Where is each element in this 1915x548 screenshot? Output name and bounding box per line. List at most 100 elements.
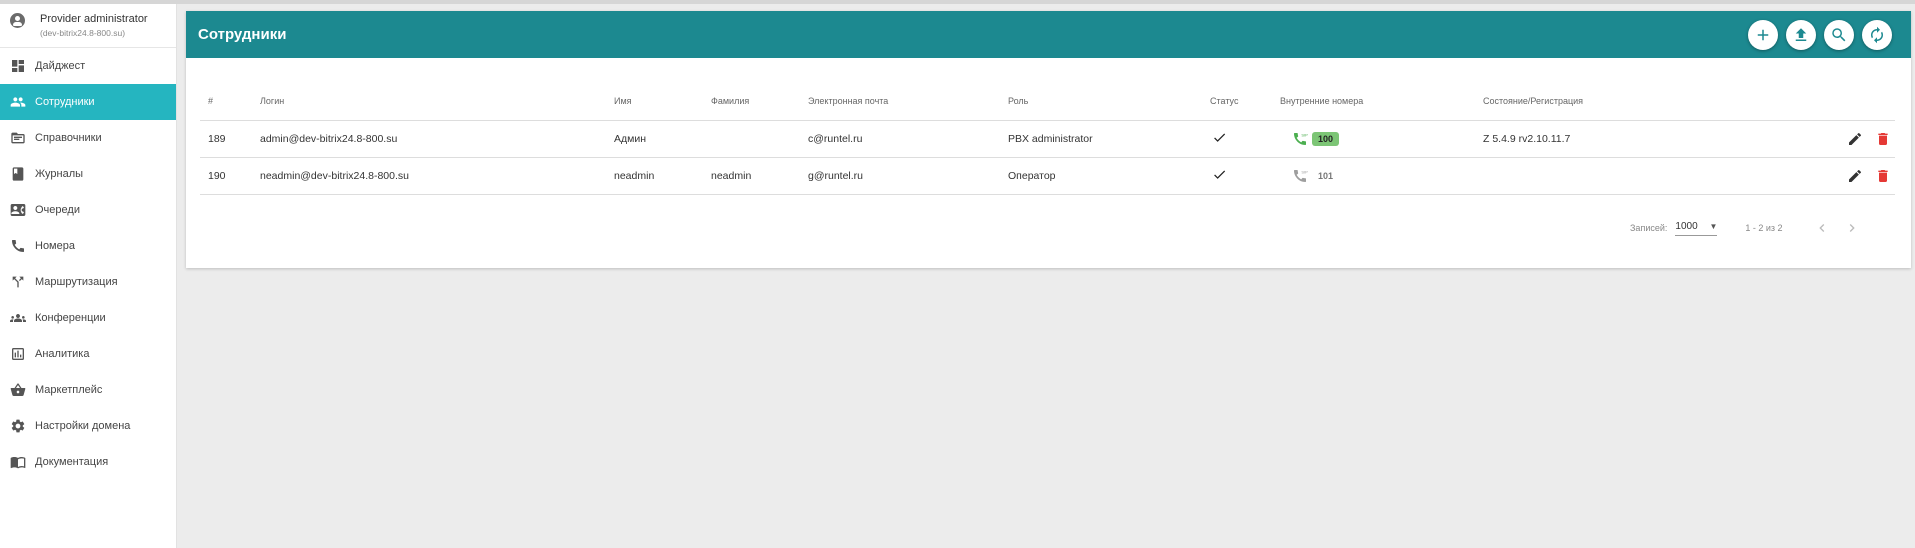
sidebar-item-label: Маркетплейс — [35, 384, 103, 396]
cell-extensions: SIP 101 — [1272, 157, 1475, 195]
people-icon — [10, 94, 26, 110]
sidebar-item-marketplace[interactable]: Маркетплейс — [0, 372, 176, 408]
rows-per-page-label: Записей: — [1630, 223, 1668, 233]
sidebar-item-label: Настройки домена — [35, 420, 131, 432]
sidebar-item-journals[interactable]: Журналы — [0, 156, 176, 192]
chevron-right-icon — [1849, 224, 1855, 232]
chevron-left-icon — [1818, 224, 1824, 232]
basket-icon — [10, 382, 26, 398]
column-header-status[interactable]: Статус — [1202, 83, 1272, 121]
cell-role: Оператор — [1000, 157, 1202, 195]
cell-role: PBX administrator — [1000, 120, 1202, 158]
table-row[interactable]: 189 admin@dev-bitrix24.8-800.su Админ c@… — [200, 120, 1895, 158]
sip-phone-icon: SIP — [1294, 169, 1308, 182]
groups-icon — [10, 310, 26, 326]
column-header-id[interactable]: # — [200, 83, 252, 121]
column-header-extensions[interactable]: Внутренние номера — [1272, 83, 1475, 121]
cell-actions — [1755, 120, 1895, 158]
sidebar-item-domain-settings[interactable]: Настройки домена — [0, 408, 176, 444]
check-icon — [1214, 169, 1226, 179]
cell-first-name: Админ — [606, 120, 703, 158]
cell-actions — [1755, 157, 1895, 195]
column-header-email[interactable]: Электронная почта — [800, 83, 1000, 121]
cell-extensions: SIP 100 — [1272, 120, 1475, 158]
card-header: Сотрудники — [186, 11, 1911, 58]
sidebar-item-directories[interactable]: Справочники — [0, 120, 176, 156]
search-icon — [1832, 28, 1846, 42]
folder-icon — [10, 130, 26, 146]
cell-registration — [1475, 157, 1755, 195]
phone-icon — [10, 238, 26, 254]
analytics-icon — [10, 346, 26, 362]
column-header-first-name[interactable]: Имя — [606, 83, 703, 121]
refresh-button[interactable] — [1862, 20, 1892, 50]
column-header-actions — [1755, 83, 1895, 121]
upload-icon — [1795, 28, 1807, 41]
sidebar-item-label: Конференции — [35, 312, 106, 324]
edit-icon[interactable] — [1847, 131, 1863, 147]
check-icon — [1214, 132, 1226, 142]
pagination: Записей: 1000 ▼ 1 - 2 из 2 — [1630, 216, 1873, 240]
page-title: Сотрудники — [198, 26, 287, 43]
cell-last-name: neadmin — [703, 157, 800, 195]
cell-email: g@runtel.ru — [800, 157, 1000, 195]
next-page-button[interactable] — [1843, 219, 1861, 237]
docs-icon — [10, 454, 26, 470]
user-name: Provider administrator — [40, 13, 148, 25]
employees-card: Сотрудники # Логин Имя Фамилия Электронн… — [186, 11, 1911, 268]
sidebar-item-digest[interactable]: Дайджест — [0, 48, 176, 84]
upload-button[interactable] — [1786, 20, 1816, 50]
caret-down-icon: ▼ — [1709, 221, 1718, 231]
add-icon — [1757, 29, 1769, 41]
search-button[interactable] — [1824, 20, 1854, 50]
sidebar-item-numbers[interactable]: Номера — [0, 228, 176, 264]
column-header-registration[interactable]: Состояние/Регистрация — [1475, 83, 1755, 121]
extension-badge[interactable]: 101 — [1312, 169, 1339, 183]
cell-last-name — [703, 120, 800, 158]
sidebar-item-label: Сотрудники — [35, 96, 95, 108]
sidebar-item-analytics[interactable]: Аналитика — [0, 336, 176, 372]
sidebar-item-label: Очереди — [35, 204, 80, 216]
sidebar-item-employees[interactable]: Сотрудники — [0, 84, 176, 120]
sidebar: Provider administrator (dev-bitrix24.8-8… — [0, 4, 177, 548]
sidebar-item-label: Маршрутизация — [35, 276, 118, 288]
cell-first-name: neadmin — [606, 157, 703, 195]
sidebar-item-label: Номера — [35, 240, 75, 252]
routing-icon — [10, 274, 26, 290]
header-actions — [1748, 20, 1892, 50]
sidebar-item-documentation[interactable]: Документация — [0, 444, 176, 480]
sip-phone-icon: SIP — [1294, 132, 1308, 145]
svg-text:SIP: SIP — [1301, 169, 1308, 174]
column-header-login[interactable]: Логин — [252, 83, 606, 121]
sidebar-item-routing[interactable]: Маршрутизация — [0, 264, 176, 300]
sidebar-item-label: Аналитика — [35, 348, 90, 360]
cell-email: c@runtel.ru — [800, 120, 1000, 158]
cell-login: neadmin@dev-bitrix24.8-800.su — [252, 157, 606, 195]
cell-status — [1202, 157, 1272, 195]
delete-icon[interactable] — [1875, 131, 1891, 147]
delete-icon[interactable] — [1875, 168, 1891, 184]
user-domain: (dev-bitrix24.8-800.su) — [40, 28, 126, 38]
table-header-row: # Логин Имя Фамилия Электронная почта Ро… — [200, 83, 1895, 121]
user-block[interactable]: Provider administrator (dev-bitrix24.8-8… — [0, 4, 176, 48]
cell-status — [1202, 120, 1272, 158]
refresh-icon — [1871, 26, 1883, 44]
table-row[interactable]: 190 neadmin@dev-bitrix24.8-800.su neadmi… — [200, 157, 1895, 195]
dashboard-icon — [10, 58, 26, 74]
sidebar-item-conferences[interactable]: Конференции — [0, 300, 176, 336]
top-strip — [0, 0, 1915, 4]
account-icon — [10, 13, 25, 28]
prev-page-button[interactable] — [1813, 219, 1831, 237]
edit-icon[interactable] — [1847, 168, 1863, 184]
sidebar-item-label: Документация — [35, 456, 109, 468]
add-button[interactable] — [1748, 20, 1778, 50]
book-icon — [10, 166, 26, 182]
extension-badge[interactable]: 100 — [1312, 131, 1340, 146]
svg-text:SIP: SIP — [1301, 132, 1308, 137]
rows-per-page-value: 1000 — [1675, 220, 1698, 232]
column-header-role[interactable]: Роль — [1000, 83, 1202, 121]
cell-id: 189 — [200, 120, 252, 158]
rows-per-page-select[interactable]: 1000 ▼ — [1675, 220, 1718, 236]
sidebar-item-queues[interactable]: Очереди — [0, 192, 176, 228]
column-header-last-name[interactable]: Фамилия — [703, 83, 800, 121]
